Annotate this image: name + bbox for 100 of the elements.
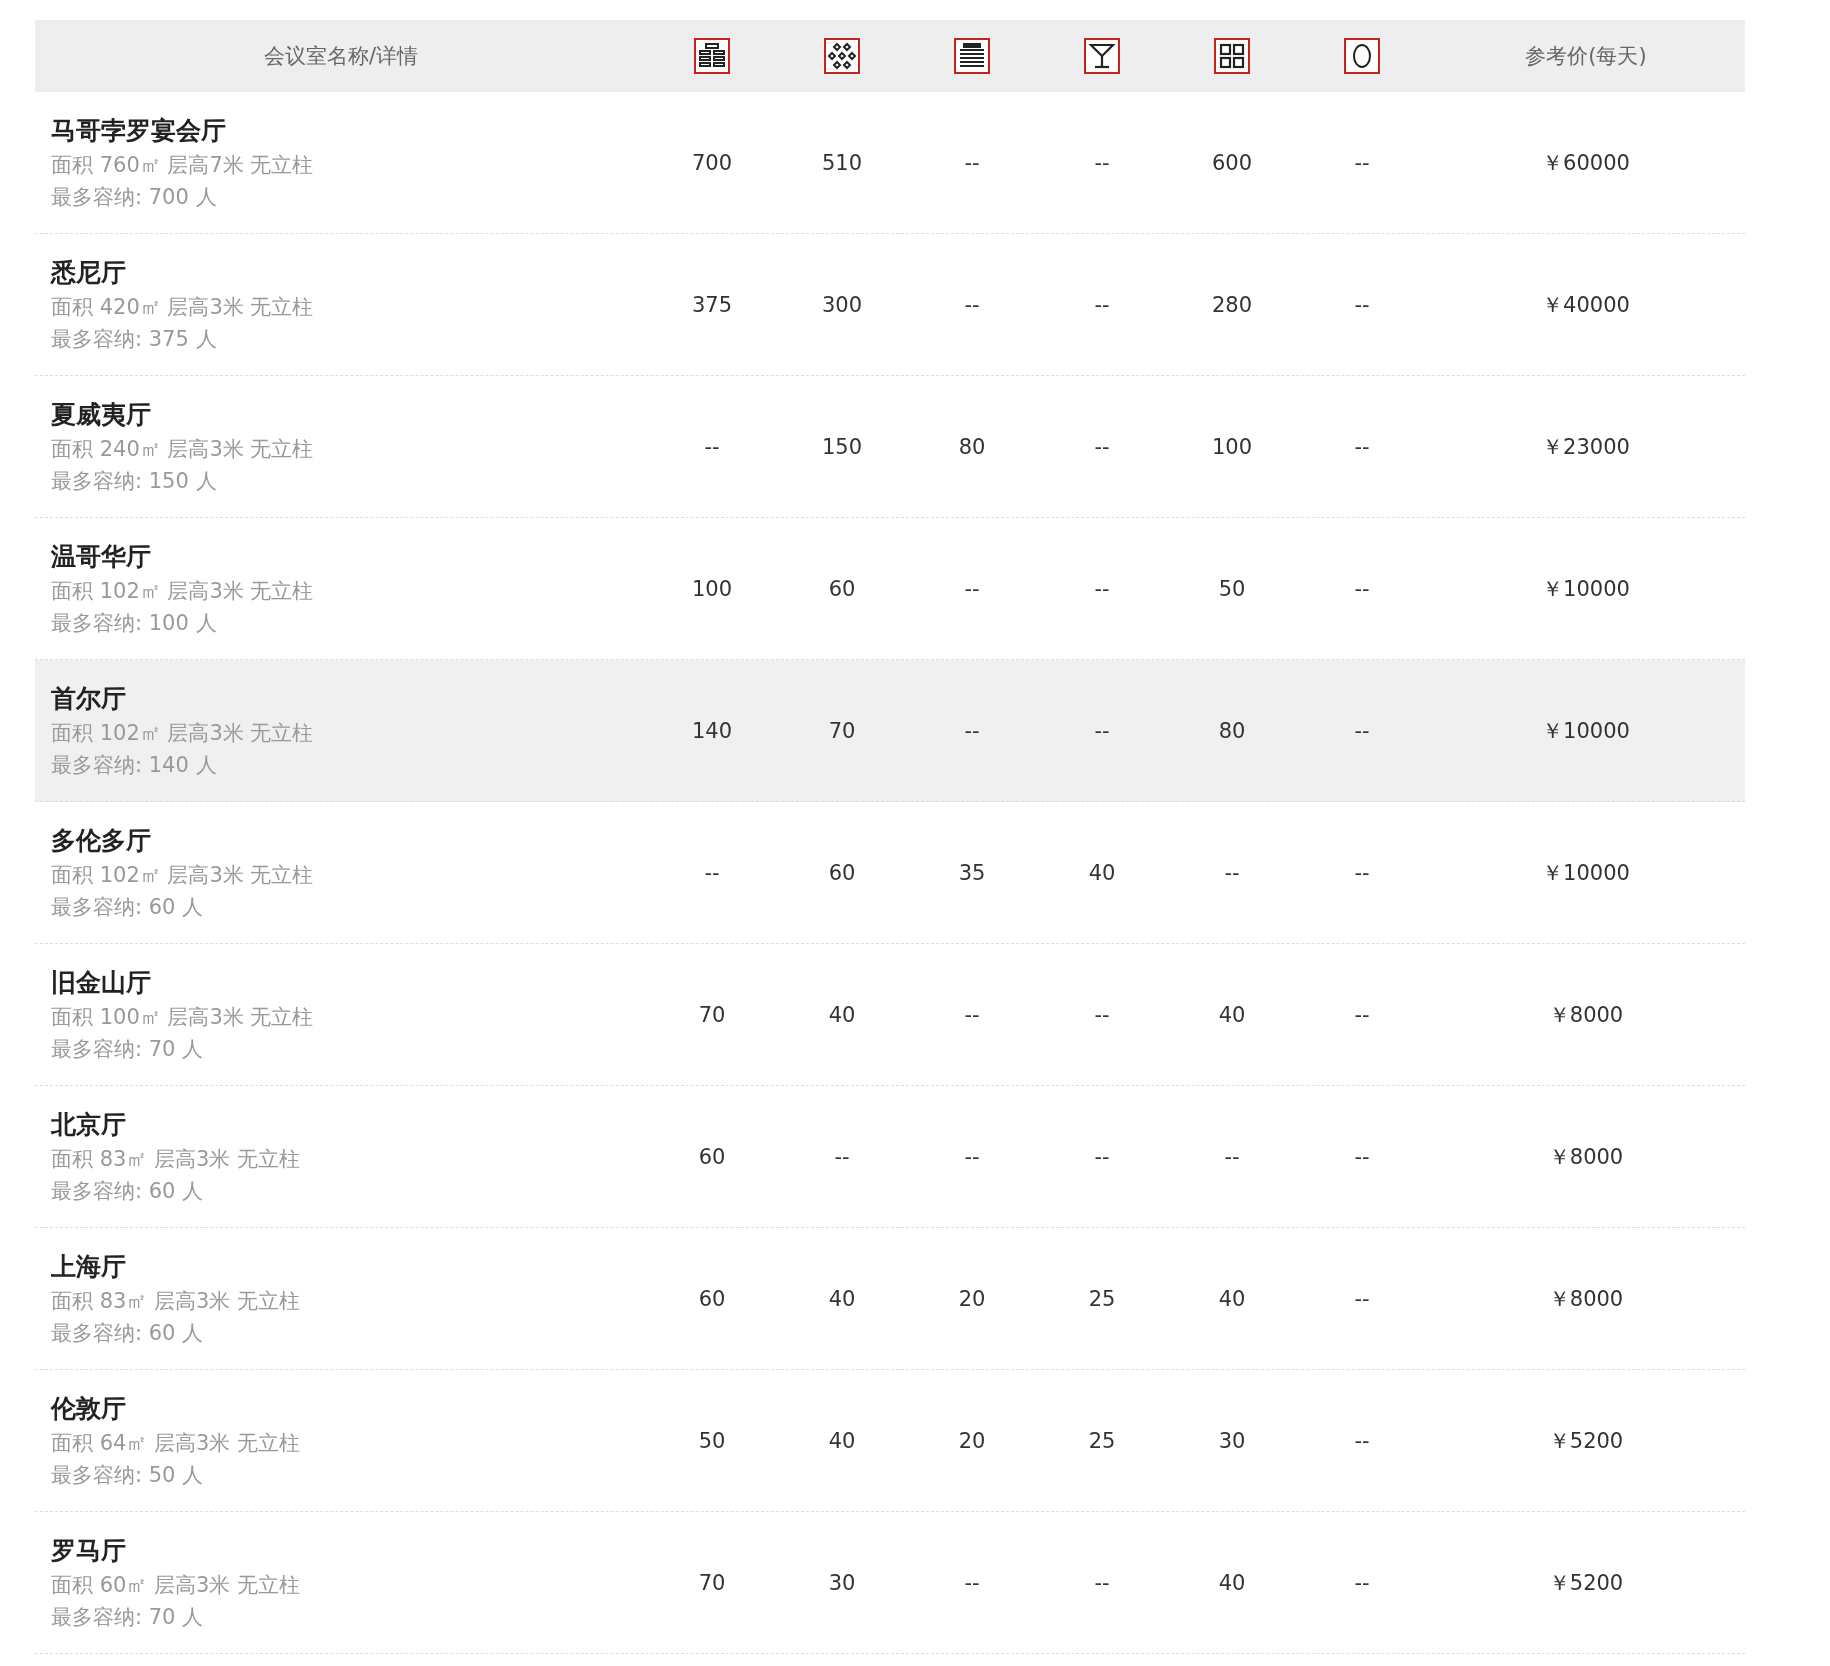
price: ￥5200 [1548,1428,1624,1453]
table-cell: 60 [828,860,856,885]
table-cell: -- [1354,434,1370,459]
table-cell: -- [1224,860,1240,885]
table-cell: -- [1094,1144,1110,1169]
table-cell: -- [1354,718,1370,743]
room-details: 面积 102㎡ 层高3米 无立柱 [51,720,315,747]
room-name: 伦敦厅 [51,1393,127,1425]
room-details: 面积 64㎡ 层高3米 无立柱 [51,1430,302,1457]
four-squares-icon [1214,38,1250,74]
table-cell: -- [1354,1144,1370,1169]
table-cell: 40 [1088,860,1116,885]
table-cell: 100 [1211,434,1253,459]
table-row[interactable]: 首尔厅 面积 102㎡ 层高3米 无立柱 最多容纳: 140 人 140 70 -- -- 80 -- ￥10000 [35,660,1745,802]
table-cell: -- [964,718,980,743]
table-row[interactable]: 多伦多厅 面积 102㎡ 层高3米 无立柱 最多容纳: 60 人 -- 60 35 40 -- -- ￥10000 [35,802,1745,944]
table-cell: -- [704,860,720,885]
table-cell: -- [964,576,980,601]
table-cell: -- [1224,1144,1240,1169]
room-capacity: 最多容纳: 60 人 [51,1178,205,1205]
room-capacity: 最多容纳: 70 人 [51,1036,205,1063]
room-name: 北京厅 [51,1109,127,1141]
room-details: 面积 100㎡ 层高3米 无立柱 [51,1004,315,1031]
table-cell: 60 [828,576,856,601]
price: ￥10000 [1542,718,1630,743]
room-name: 首尔厅 [51,683,127,715]
table-cell: -- [1094,150,1110,175]
room-capacity: 最多容纳: 140 人 [51,752,218,779]
room-capacity: 最多容纳: 375 人 [51,326,218,353]
price: ￥8000 [1548,1144,1624,1169]
table-cell: 70 [698,1570,726,1595]
room-details: 面积 60㎡ 层高3米 无立柱 [51,1572,302,1599]
table-cell: 280 [1211,292,1253,317]
table-cell: 25 [1088,1286,1116,1311]
room-capacity: 最多容纳: 150 人 [51,468,218,495]
table-cell: -- [964,150,980,175]
table-cell: 600 [1211,150,1253,175]
diamond-pattern-icon [824,38,860,74]
table-row[interactable]: 伦敦厅 面积 64㎡ 层高3米 无立柱 最多容纳: 50 人 50 40 20 25 30 -- ￥5200 [35,1370,1745,1512]
table-cell: 40 [828,1002,856,1027]
table-cell: -- [1354,576,1370,601]
table-cell: 300 [821,292,863,317]
table-cell: 40 [1218,1002,1246,1027]
table-cell: -- [1094,718,1110,743]
seating-rows-icon [694,38,730,74]
table-row[interactable]: 北京厅 面积 83㎡ 层高3米 无立柱 最多容纳: 60 人 60 -- -- -- -- -- ￥8000 [35,1086,1745,1228]
room-name: 旧金山厅 [51,967,152,999]
room-details: 面积 420㎡ 层高3米 无立柱 [51,294,315,321]
table-cell: 375 [691,292,733,317]
table-row[interactable]: 上海厅 面积 83㎡ 层高3米 无立柱 最多容纳: 60 人 60 40 20 25 40 -- ￥8000 [35,1228,1745,1370]
price: ￥23000 [1542,434,1630,459]
table-cell: 100 [691,576,733,601]
table-cell: 150 [821,434,863,459]
table-row[interactable]: 悉尼厅 面积 420㎡ 层高3米 无立柱 最多容纳: 375 人 375 300 -- -- 280 -- ￥40000 [35,234,1745,376]
room-details: 面积 102㎡ 层高3米 无立柱 [51,578,315,605]
table-cell: -- [1094,292,1110,317]
room-name: 马哥孛罗宴会厅 [51,115,227,147]
table-row[interactable]: 夏威夷厅 面积 240㎡ 层高3米 无立柱 最多容纳: 150 人 -- 150 80 -- 100 -- ￥23000 [35,376,1745,518]
table-cell: -- [1354,292,1370,317]
table-cell: -- [964,1570,980,1595]
table-cell: -- [1354,860,1370,885]
room-name: 多伦多厅 [51,825,152,857]
room-capacity: 最多容纳: 700 人 [51,184,218,211]
room-details: 面积 240㎡ 层高3米 无立柱 [51,436,315,463]
price: ￥40000 [1542,292,1630,317]
table-cell: -- [1094,1570,1110,1595]
table-row[interactable]: 旧金山厅 面积 100㎡ 层高3米 无立柱 最多容纳: 70 人 70 40 -- -- 40 -- ￥8000 [35,944,1745,1086]
table-cell: -- [964,292,980,317]
room-name: 夏威夷厅 [51,399,152,431]
column-header: 会议室名称/详情 [262,43,420,70]
table-cell: 35 [958,860,986,885]
oval-table-icon [1344,38,1380,74]
table-cell: -- [964,1002,980,1027]
table-cell: 40 [1218,1286,1246,1311]
room-name: 罗马厅 [51,1535,127,1567]
table-cell: -- [1094,1002,1110,1027]
table-cell: 70 [698,1002,726,1027]
table-cell: -- [1354,1286,1370,1311]
room-capacity: 最多容纳: 100 人 [51,610,218,637]
room-name: 上海厅 [51,1251,127,1283]
room-details: 面积 83㎡ 层高3米 无立柱 [51,1288,302,1315]
table-cell: 50 [698,1428,726,1453]
table-cell: 700 [691,150,733,175]
table-cell: 40 [828,1286,856,1311]
table-row[interactable]: 马哥孛罗宴会厅 面积 760㎡ 层高7米 无立柱 最多容纳: 700 人 700 510 -- -- 600 -- ￥60000 [35,92,1745,234]
table-cell: -- [964,1144,980,1169]
room-capacity: 最多容纳: 50 人 [51,1462,205,1489]
table-cell: 70 [828,718,856,743]
cocktail-glass-icon [1084,38,1120,74]
table-cell: 25 [1088,1428,1116,1453]
column-header: 参考价(每天) [1524,43,1648,70]
room-capacity: 最多容纳: 60 人 [51,894,205,921]
table-row[interactable]: 罗马厅 面积 60㎡ 层高3米 无立柱 最多容纳: 70 人 70 30 -- -- 40 -- ￥5200 [35,1512,1745,1654]
price: ￥10000 [1542,860,1630,885]
table-cell: 20 [958,1428,986,1453]
table-cell: 30 [828,1570,856,1595]
table-cell: -- [1354,1570,1370,1595]
table-cell: 20 [958,1286,986,1311]
price: ￥8000 [1548,1286,1624,1311]
lined-sheet-icon [954,38,990,74]
